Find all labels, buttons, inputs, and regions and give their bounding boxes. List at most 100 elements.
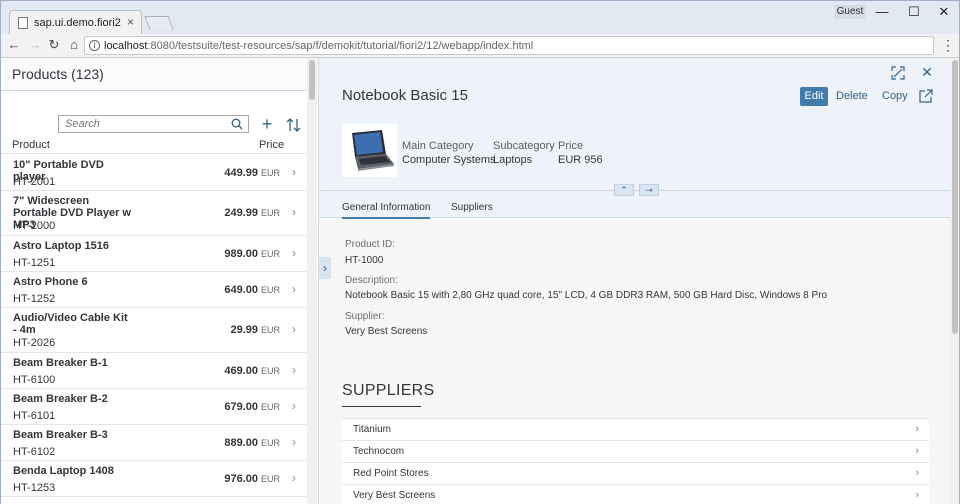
close-window-button[interactable]: ✕ bbox=[929, 3, 959, 21]
product-id: HT-1251 bbox=[13, 257, 56, 269]
subcategory-label: Subcategory bbox=[493, 140, 555, 152]
product-price-amount: 889.00 bbox=[224, 437, 258, 449]
product-row[interactable]: Astro Laptop 1516 HT-1251 989.00 EUR › bbox=[1, 236, 307, 272]
page-icon bbox=[18, 17, 28, 29]
product-row[interactable]: 7" Widescreen Portable DVD Player w MP3 H… bbox=[1, 191, 307, 236]
product-id: HT-1253 bbox=[13, 482, 56, 494]
product-row[interactable]: Beam Breaker B-2 HT-6101 679.00 EUR › bbox=[1, 389, 307, 425]
header-divider bbox=[319, 190, 950, 191]
chevron-right-icon: › bbox=[915, 423, 919, 435]
master-title: Products (123) bbox=[12, 66, 104, 82]
subcategory-attribute: Subcategory Laptops bbox=[493, 139, 555, 167]
tab-general-information[interactable]: General Information bbox=[342, 202, 431, 219]
product-price: 649.00 EUR bbox=[224, 284, 280, 296]
main-category-value: Computer Systems bbox=[402, 154, 496, 166]
forward-arrow-icon[interactable]: → bbox=[27, 37, 43, 53]
product-id-label: Product ID: bbox=[345, 239, 396, 250]
master-scrollbar[interactable] bbox=[307, 58, 317, 504]
expand-master-icon[interactable]: › bbox=[319, 257, 331, 279]
minimize-window-button[interactable]: — bbox=[867, 3, 897, 21]
product-price-amount: 29.99 bbox=[230, 324, 258, 336]
supplier-row[interactable]: Titanium › bbox=[342, 419, 929, 441]
supplier-row[interactable]: Technocom › bbox=[342, 441, 929, 463]
search-field[interactable] bbox=[58, 115, 249, 133]
edit-button[interactable]: Edit bbox=[800, 87, 828, 106]
product-name: Beam Breaker B-2 bbox=[13, 393, 108, 405]
product-price-currency: EUR bbox=[260, 325, 280, 335]
main-category-attribute: Main Category Computer Systems bbox=[402, 139, 496, 167]
suppliers-section-title: SUPPLIERS bbox=[342, 382, 435, 399]
master-scrollbar-thumb[interactable] bbox=[309, 60, 315, 100]
maximize-window-button[interactable]: ☐ bbox=[899, 3, 929, 21]
column-header-product: Product bbox=[12, 139, 50, 151]
detail-pane: Notebook Basic 15 ✕ Edit Delete Copy Mai… bbox=[319, 58, 960, 504]
delete-button[interactable]: Delete bbox=[836, 90, 868, 102]
product-name: Astro Laptop 1516 bbox=[13, 240, 109, 252]
product-price-amount: 976.00 bbox=[224, 473, 258, 485]
master-header: Products (123) bbox=[1, 58, 318, 91]
close-tab-icon[interactable]: × bbox=[127, 15, 134, 29]
supplier-list: Titanium › Technocom › Red Point Stores › Very… bbox=[342, 418, 929, 504]
detail-scrollbar-thumb[interactable] bbox=[952, 60, 958, 334]
product-id: HT-6100 bbox=[13, 374, 56, 386]
product-price: 889.00 EUR bbox=[224, 437, 280, 449]
info-icon[interactable]: i bbox=[89, 40, 100, 51]
price-attribute: Price EUR 956 bbox=[558, 139, 603, 167]
search-input[interactable] bbox=[65, 117, 225, 131]
browser-tab-title: sap.ui.demo.fiori2 bbox=[34, 17, 121, 29]
browser-tab-strip: sap.ui.demo.fiori2 × Guest — ☐ ✕ bbox=[0, 0, 960, 35]
url-host: localhost bbox=[104, 40, 148, 52]
supplier-label: Supplier: bbox=[345, 311, 385, 322]
back-arrow-icon[interactable]: ← bbox=[6, 37, 22, 53]
copy-button[interactable]: Copy bbox=[882, 90, 908, 102]
product-price: 469.00 EUR bbox=[224, 365, 280, 377]
product-id: HT-2001 bbox=[13, 176, 56, 188]
chevron-right-icon: › bbox=[292, 399, 296, 413]
product-table-header: Product Price bbox=[1, 135, 307, 154]
product-price: 976.00 EUR bbox=[224, 473, 280, 485]
reload-icon[interactable]: ↻ bbox=[46, 37, 62, 53]
product-price-currency: EUR bbox=[260, 366, 280, 376]
chevron-right-icon: › bbox=[292, 322, 296, 336]
add-product-button[interactable]: + bbox=[258, 114, 276, 134]
product-row[interactable]: 10" Portable DVD player HT-2001 449.99 EUR › bbox=[1, 155, 307, 191]
subcategory-value: Laptops bbox=[493, 154, 533, 166]
product-row[interactable]: Beam Breaker B-1 HT-6100 469.00 EUR › bbox=[1, 353, 307, 389]
product-price-currency: EUR bbox=[260, 474, 280, 484]
chevron-right-icon: › bbox=[915, 445, 919, 457]
close-detail-icon[interactable]: ✕ bbox=[920, 65, 934, 79]
description-label: Description: bbox=[345, 275, 398, 286]
product-row[interactable]: Benda Laptop 1408 HT-1253 976.00 EUR › bbox=[1, 461, 307, 497]
product-price-currency: EUR bbox=[260, 402, 280, 412]
supplier-row[interactable]: Very Best Screens › bbox=[342, 485, 929, 504]
supplier-row[interactable]: Red Point Stores › bbox=[342, 463, 929, 485]
browser-menu-icon[interactable]: ⋮ bbox=[941, 37, 955, 53]
browser-profile-label[interactable]: Guest bbox=[835, 5, 865, 19]
home-icon[interactable]: ⌂ bbox=[66, 37, 82, 53]
product-title: Notebook Basic 15 bbox=[342, 87, 468, 104]
new-tab-button[interactable] bbox=[144, 16, 174, 30]
sort-icon[interactable] bbox=[285, 116, 303, 134]
price-label: Price bbox=[558, 140, 584, 152]
product-row[interactable]: Beam Breaker B-3 HT-6102 889.00 EUR › bbox=[1, 425, 307, 461]
product-list: 10" Portable DVD player HT-2001 449.99 EUR ›… bbox=[1, 155, 307, 497]
tab-suppliers[interactable]: Suppliers bbox=[451, 202, 493, 213]
search-icon[interactable] bbox=[231, 118, 243, 130]
product-price-currency: EUR bbox=[260, 168, 280, 178]
product-id: HT-6101 bbox=[13, 410, 56, 422]
chevron-right-icon: › bbox=[292, 205, 296, 219]
product-price: 989.00 EUR bbox=[224, 248, 280, 260]
main-category-label: Main Category bbox=[402, 140, 474, 152]
product-row[interactable]: Audio/Video Cable Kit - 4m HT-2026 29.99 EU… bbox=[1, 308, 307, 353]
url-text: localhost:8080/testsuite/test-resources/… bbox=[104, 40, 533, 52]
product-price-currency: EUR bbox=[260, 208, 280, 218]
browser-tab[interactable]: sap.ui.demo.fiori2 × bbox=[9, 10, 142, 35]
product-row[interactable]: Astro Phone 6 HT-1252 649.00 EUR › bbox=[1, 272, 307, 308]
detail-scrollbar[interactable] bbox=[950, 58, 959, 504]
url-field[interactable]: i localhost:8080/testsuite/test-resource… bbox=[84, 36, 934, 55]
fullscreen-icon[interactable] bbox=[891, 66, 905, 80]
share-icon[interactable] bbox=[919, 89, 933, 103]
product-id: HT-1252 bbox=[13, 293, 56, 305]
chevron-right-icon: › bbox=[292, 165, 296, 179]
product-price: 449.99 EUR bbox=[224, 167, 280, 179]
